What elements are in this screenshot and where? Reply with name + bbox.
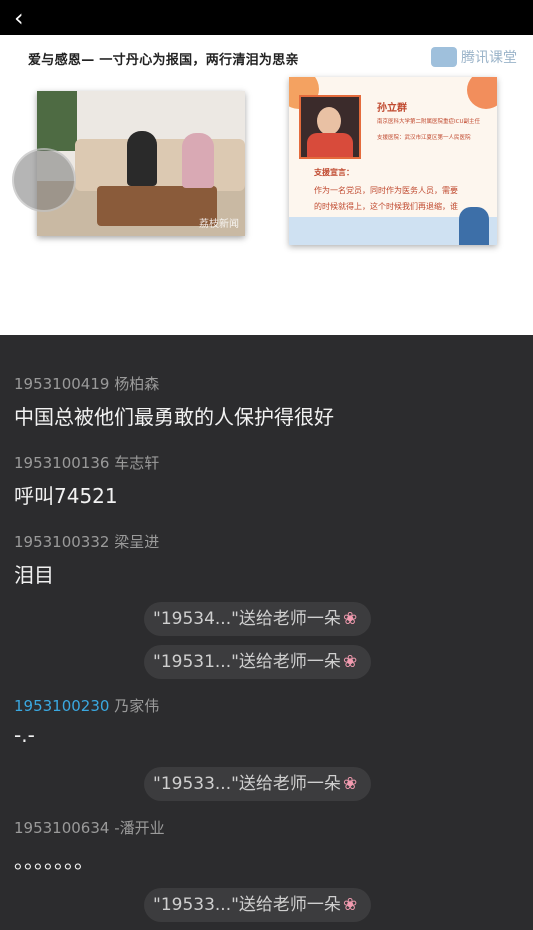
flower-icon: ❀ bbox=[342, 609, 358, 629]
gift-notice: "19533..."送给老师一朵 ❀ bbox=[144, 767, 372, 801]
gift-notice: "19531..."送给老师一朵 ❀ bbox=[144, 645, 372, 679]
gift-text: "19531..."送给老师一朵 bbox=[153, 652, 341, 672]
flower-icon: ❀ bbox=[342, 895, 358, 915]
poster-hospital: 支援医院：武汉市江夏区第一人民医院 bbox=[377, 135, 471, 141]
logo-mark-icon bbox=[431, 47, 457, 67]
gift-notice: "19533..."送给老师一朵 ❀ bbox=[144, 888, 372, 922]
chat-message: 1953100230 乃家伟 -.- bbox=[14, 695, 159, 747]
message-text: 呼叫74521 bbox=[14, 484, 118, 508]
gift-notice: "19534..."送给老师一朵 ❀ bbox=[144, 602, 372, 636]
gift-text: "19534..."送给老师一朵 bbox=[153, 609, 341, 629]
user-name: 车志轩 bbox=[114, 454, 160, 472]
user-id: 1953100136 bbox=[14, 454, 110, 472]
gift-text: "19533..."送给老师一朵 bbox=[153, 895, 341, 915]
photo-watermark: 荔枝新闻 bbox=[199, 219, 239, 230]
user-id: 1953100634 bbox=[14, 819, 110, 837]
doctor-poster: 孙立群 南京医科大学第二附属医院重症ICU副主任 支援医院：武汉市江夏区第一人民… bbox=[289, 77, 497, 245]
chat-message: 1953100634 -潘开业 。。。。。。。 bbox=[14, 817, 165, 874]
flower-icon: ❀ bbox=[342, 774, 358, 794]
top-bar: ‹ bbox=[0, 0, 533, 35]
message-text: -.- bbox=[14, 723, 35, 747]
poster-subhead: 支援宣言： bbox=[314, 168, 354, 177]
doctor-illustration bbox=[459, 207, 489, 245]
poster-name: 孙立群 bbox=[377, 103, 407, 114]
slide-title: 爱与感恩— 一寸丹心为报国，两行清泪为思亲 bbox=[28, 53, 299, 68]
flower-icon: ❀ bbox=[342, 652, 358, 672]
user-id: 1953100332 bbox=[14, 533, 110, 551]
back-chevron-icon[interactable]: ‹ bbox=[14, 6, 24, 30]
chat-message: 1953100419 杨柏森 中国总被他们最勇敢的人保护得很好 bbox=[14, 373, 334, 430]
poster-position: 南京医科大学第二附属医院重症ICU副主任 bbox=[377, 119, 480, 125]
chat-message: 1953100332 梁呈进 泪目 bbox=[14, 531, 159, 588]
floating-control-button[interactable] bbox=[12, 148, 76, 212]
user-name: -潘开业 bbox=[114, 819, 165, 837]
user-id: 1953100419 bbox=[14, 375, 110, 393]
tencent-classroom-logo: 腾讯课堂 bbox=[431, 47, 517, 67]
message-text: 泪目 bbox=[14, 563, 54, 587]
user-name: 乃家伟 bbox=[114, 697, 160, 715]
doctor-portrait bbox=[299, 95, 361, 159]
course-slide: 爱与感恩— 一寸丹心为报国，两行清泪为思亲 腾讯课堂 荔枝新闻 孙立群 南京医科… bbox=[0, 35, 533, 335]
user-name: 杨柏森 bbox=[114, 375, 160, 393]
message-text: 中国总被他们最勇敢的人保护得很好 bbox=[14, 405, 334, 429]
user-name: 梁呈进 bbox=[114, 533, 160, 551]
chat-message: 1953100136 车志轩 呼叫74521 bbox=[14, 452, 159, 509]
gift-text: "19533..."送给老师一朵 bbox=[153, 774, 341, 794]
user-id: 1953100230 bbox=[14, 697, 110, 715]
logo-text: 腾讯课堂 bbox=[461, 50, 517, 66]
message-text: 。。。。。。。 bbox=[14, 849, 94, 873]
